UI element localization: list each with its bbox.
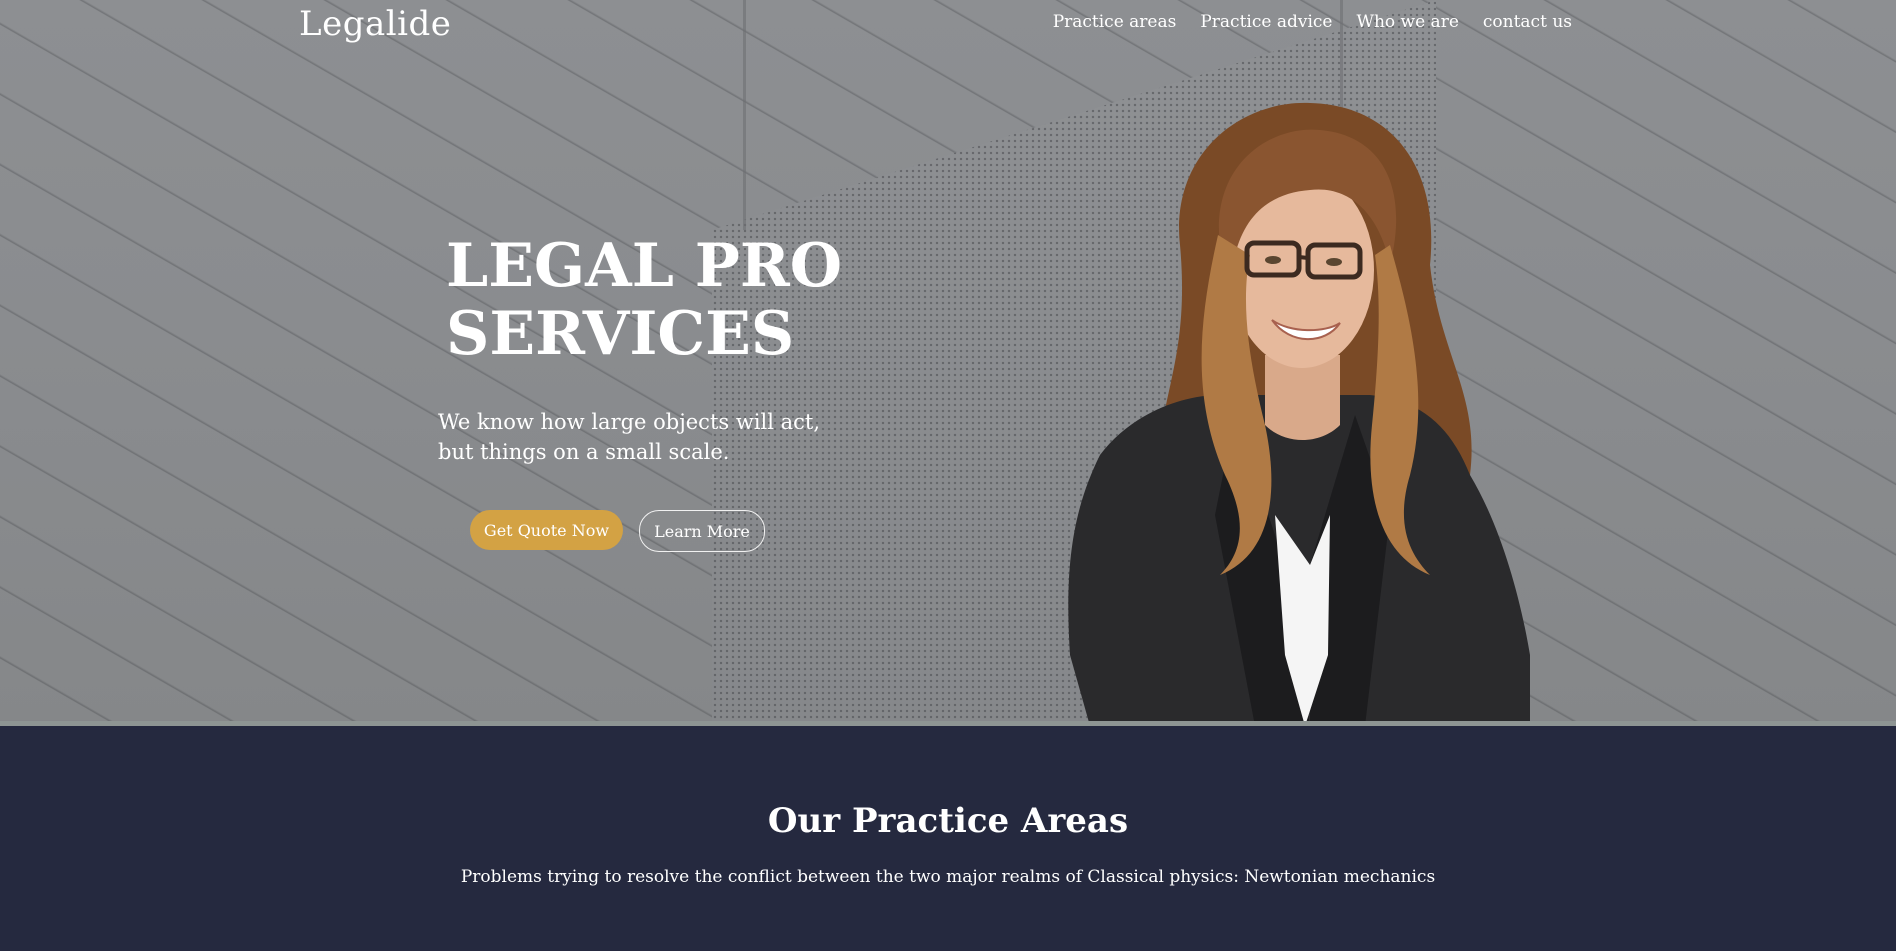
hero-headline-line1: LEGAL PRO [446, 231, 843, 301]
get-quote-button[interactable]: Get Quote Now [470, 510, 623, 550]
practice-areas-title: Our Practice Areas [767, 801, 1129, 841]
practice-areas-section: Our Practice Areas Problems trying to re… [0, 726, 1896, 951]
hero-subtext-line1: We know how large objects will act, [438, 410, 821, 434]
practice-areas-subtitle: Problems trying to resolve the conflict … [460, 867, 1436, 887]
hero-subtext-line2: but things on a small scale. [438, 440, 730, 464]
learn-more-button[interactable]: Learn More [639, 510, 765, 552]
hero-headline: LEGAL PRO SERVICES [446, 232, 866, 368]
hero-section [0, 0, 1896, 726]
hero-background-pole [743, 0, 746, 230]
nav-item-practice-advice[interactable]: Practice advice [1200, 12, 1332, 32]
hero-headline-line2: SERVICES [446, 299, 795, 369]
main-nav: Practice areas Practice advice Who we ar… [1053, 12, 1572, 32]
site-logo[interactable]: Legalide [299, 4, 451, 44]
nav-item-contact-us[interactable]: contact us [1483, 12, 1572, 32]
nav-item-practice-areas[interactable]: Practice areas [1053, 12, 1177, 32]
nav-item-who-we-are[interactable]: Who we are [1356, 12, 1458, 32]
hero-portrait-image [1068, 102, 1530, 726]
hero-subtext: We know how large objects will act, but … [438, 407, 838, 467]
